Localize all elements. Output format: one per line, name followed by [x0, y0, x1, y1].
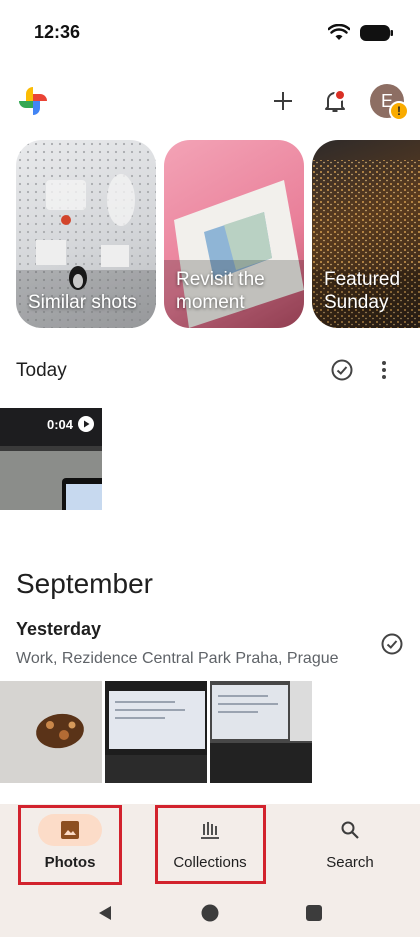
day-title: Yesterday — [16, 619, 102, 639]
memory-card-featured-sunday[interactable]: Featured Sunday — [312, 140, 420, 328]
memory-label: Featured Sunday — [324, 269, 401, 313]
google-photos-logo — [19, 87, 47, 115]
nav-icon-holder — [318, 814, 382, 846]
photo-image — [210, 681, 312, 783]
recents-icon[interactable] — [306, 905, 322, 921]
highlight-box-photos — [18, 805, 122, 885]
duration-text: 0:04 — [46, 416, 73, 432]
photo-grid-row — [0, 681, 312, 783]
battery-icon — [360, 25, 393, 41]
photo-thumbnail[interactable] — [0, 681, 102, 783]
app-bar: E ! — [0, 76, 420, 126]
warning-badge: ! — [389, 101, 409, 121]
notifications-button[interactable] — [318, 84, 352, 118]
more-vert-icon[interactable] — [372, 358, 396, 382]
photo-thumbnail[interactable] — [105, 681, 207, 783]
app-actions: E ! — [266, 84, 409, 121]
play-icon — [78, 416, 94, 432]
back-icon[interactable] — [96, 904, 114, 922]
nav-label: Search — [326, 854, 374, 871]
wifi-icon — [328, 24, 350, 40]
memories-carousel[interactable]: Similar shots Revisit the moment Feature… — [16, 140, 420, 328]
month-title: September — [16, 568, 153, 599]
day-location: Work, Rezidence Central Park Praha, Prag… — [16, 650, 339, 667]
status-icons — [328, 24, 394, 42]
notification-dot — [334, 89, 346, 101]
highlight-box-collections — [155, 805, 266, 884]
photo-image — [105, 681, 207, 783]
system-navigation-bar — [0, 892, 420, 937]
memory-card-similar-shots[interactable]: Similar shots — [16, 140, 156, 328]
section-title: Today — [16, 360, 67, 381]
add-button[interactable] — [266, 84, 300, 118]
check-circle-icon[interactable] — [330, 358, 354, 382]
nav-search[interactable]: Search — [280, 804, 420, 892]
check-circle-icon[interactable] — [380, 632, 404, 656]
status-bar: 12:36 — [0, 0, 420, 66]
memory-label: Revisit the moment — [176, 269, 265, 313]
photo-image — [0, 681, 102, 783]
memory-label: Similar shots — [28, 292, 137, 313]
today-header: Today — [16, 356, 404, 388]
video-duration: 0:04 — [47, 416, 94, 432]
status-time: 12:36 — [34, 22, 81, 42]
search-icon — [341, 821, 359, 839]
memory-card-revisit-the-moment[interactable]: Revisit the moment — [164, 140, 304, 328]
photo-thumbnail[interactable] — [210, 681, 312, 783]
video-thumbnail[interactable]: 0:04 — [0, 408, 102, 510]
plus-icon — [274, 92, 292, 110]
home-icon[interactable] — [201, 904, 219, 922]
avatar[interactable]: E ! — [370, 84, 409, 121]
